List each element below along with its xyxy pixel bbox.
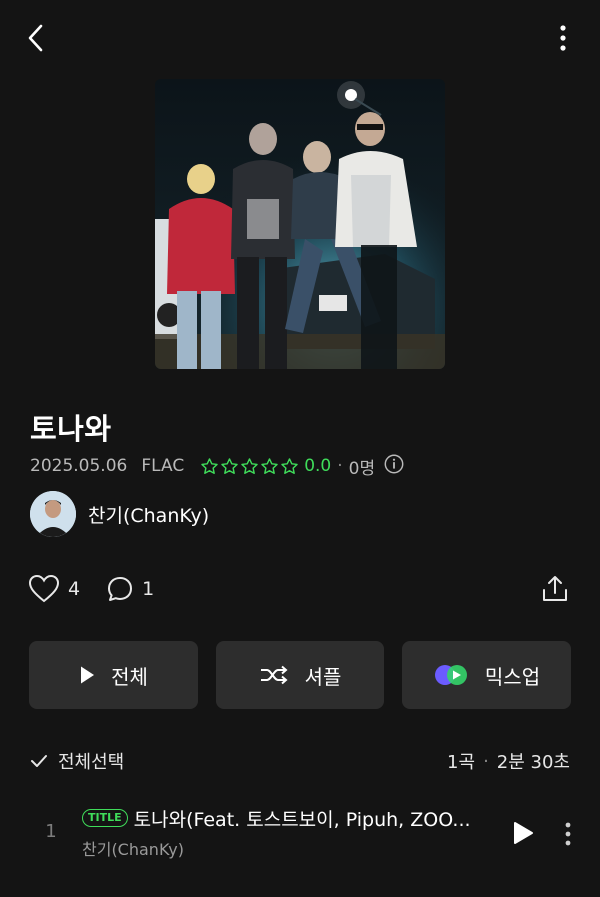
star-icon — [241, 457, 258, 474]
heart-icon — [28, 574, 60, 603]
rating-count: 0명 — [348, 458, 376, 479]
mixup-icon — [433, 663, 469, 687]
star-icon — [261, 457, 278, 474]
total-duration: 2분 30초 — [496, 752, 570, 773]
title-badge: TITLE — [82, 809, 128, 827]
mixup-label: 믹스업 — [484, 664, 541, 689]
rating-stars[interactable] — [200, 457, 300, 476]
star-icon — [281, 457, 298, 474]
album-meta: 2025.05.06 FLAC 0.0 · 0명 — [30, 453, 405, 480]
separator-dot: · — [337, 456, 343, 476]
check-icon — [31, 755, 47, 767]
top-bar — [0, 0, 600, 76]
select-all-button[interactable]: 전체선택 — [30, 748, 124, 774]
release-date: 2025.05.06 — [30, 456, 128, 476]
play-all-button[interactable]: 전체 — [29, 641, 198, 709]
album-cover — [155, 79, 445, 369]
engagement-stats: 4 1 — [28, 573, 154, 605]
track-title: 토나와(Feat. 토스트보이, Pipuh, ZOO... — [133, 808, 471, 831]
play-icon — [514, 822, 533, 844]
play-all-label: 전체 — [111, 664, 148, 689]
info-icon[interactable] — [383, 453, 405, 480]
artist-row[interactable]: 찬기(ChanKy) — [30, 491, 209, 537]
track-number: 1 — [45, 821, 57, 842]
share-icon[interactable] — [540, 574, 570, 604]
shuffle-label: 셔플 — [304, 664, 342, 689]
track-row[interactable]: TITLE 토나와(Feat. 토스트보이, Pipuh, ZOO... 찬기(… — [82, 804, 492, 860]
like-count: 4 — [68, 578, 81, 600]
back-icon[interactable] — [22, 22, 52, 54]
comment-count: 1 — [142, 578, 155, 600]
star-icon — [201, 457, 218, 474]
mixup-button[interactable]: 믹스업 — [402, 641, 571, 709]
track-artist: 찬기(ChanKy) — [82, 840, 184, 859]
track-count: 1곡 — [447, 752, 476, 773]
track-more-icon[interactable] — [556, 818, 580, 850]
star-icon — [221, 457, 238, 474]
avatar — [30, 491, 76, 537]
tracklist-summary: 1곡 · 2분 30초 — [447, 748, 570, 774]
rating-value: 0.0 — [304, 456, 332, 476]
more-icon[interactable] — [548, 20, 578, 56]
artist-name: 찬기(ChanKy) — [88, 504, 210, 527]
like-button[interactable]: 4 — [28, 574, 80, 604]
shuffle-button[interactable]: 셔플 — [216, 641, 384, 709]
shuffle-icon — [259, 664, 289, 686]
separator-dot: · — [483, 750, 489, 772]
audio-format: FLAC — [141, 456, 185, 476]
play-icon — [79, 665, 95, 685]
comment-button[interactable]: 1 — [106, 575, 154, 603]
comment-icon — [108, 577, 133, 601]
track-play-button[interactable] — [510, 818, 536, 848]
select-all-label: 전체선택 — [58, 752, 125, 773]
album-title: 토나와 — [30, 412, 112, 446]
